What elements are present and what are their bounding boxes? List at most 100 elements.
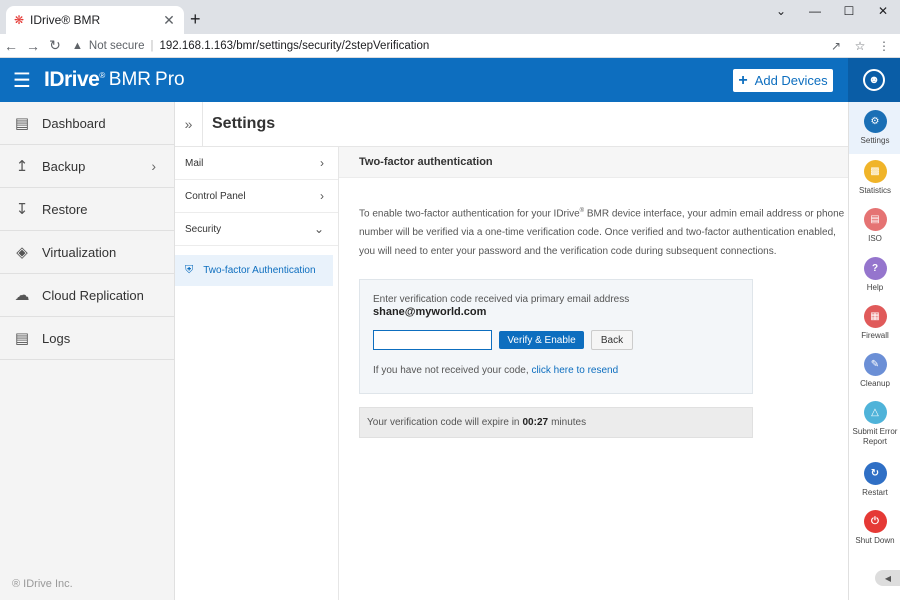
rail-item-firewall[interactable]: ▦ Firewall [849, 305, 900, 341]
expiry-prefix: Your verification code will expire in [367, 417, 520, 428]
tab-close-icon[interactable]: ✕ [162, 12, 176, 29]
chevron-down-icon[interactable]: ⌄ [764, 0, 798, 22]
new-tab-button[interactable]: + [190, 9, 201, 30]
logo-pro: Pro [155, 69, 185, 90]
verify-enable-button[interactable]: Verify & Enable [499, 331, 584, 349]
rail-label: Settings [860, 136, 890, 145]
app-header: ☰ IDrive® BMR Pro + Add Devices [0, 58, 848, 102]
warning-icon[interactable]: ▲ [72, 40, 83, 52]
hamburger-menu-icon[interactable]: ☰ [0, 68, 44, 93]
add-devices-button[interactable]: + Add Devices [733, 69, 833, 92]
sidebar-item-backup[interactable]: ↥ Backup › [0, 145, 174, 188]
submenu-item-two-factor[interactable]: ⛨ Two-factor Authentication [175, 255, 333, 286]
rail-item-help[interactable]: ? Help [849, 257, 900, 293]
copyright: ® IDrive Inc. [12, 578, 73, 590]
idrive-logo: IDrive® [44, 68, 105, 91]
rail-label: Submit Error Report [852, 427, 898, 446]
rail-item-submit-error-report[interactable]: △ Submit Error Report [849, 401, 900, 447]
user-profile-icon[interactable]: ☻ [863, 69, 885, 91]
page-title: Settings [212, 115, 276, 132]
chevron-right-icon: › [320, 156, 324, 170]
virtualization-icon: ◈ [16, 244, 28, 261]
left-sidebar: ▤ Dashboard ↥ Backup › ↧ Restore ◈ Virtu… [0, 102, 175, 600]
submenu-item-label: Security [185, 223, 222, 235]
chevron-down-icon: ⌄ [313, 222, 324, 236]
rail-item-settings[interactable]: ⚙ Settings [849, 102, 900, 154]
expiry-notice: Your verification code will expire in 00… [359, 407, 753, 438]
verification-code-input[interactable] [373, 330, 492, 350]
power-icon: ⏻ [863, 510, 887, 533]
sidebar-item-restore[interactable]: ↧ Restore [0, 188, 174, 231]
minimize-icon[interactable]: — [798, 0, 832, 22]
rail-item-statistics[interactable]: ▩ Statistics [849, 160, 900, 196]
sidebar-item-cloud-replication[interactable]: ☁ Cloud Replication [0, 274, 174, 317]
submenu-item-control-panel[interactable]: Control Panel › [175, 180, 338, 213]
rail-label: Shut Down [855, 536, 895, 545]
sidebar-item-logs[interactable]: ▤ Logs [0, 317, 174, 360]
browser-tab[interactable]: ❋ IDrive® BMR ✕ [6, 6, 184, 34]
rail-item-iso[interactable]: ▤ ISO [849, 208, 900, 244]
help-icon: ? [863, 257, 887, 280]
maximize-icon[interactable]: ☐ [832, 0, 866, 22]
url-separator: | [150, 39, 154, 52]
rail-label: Firewall [861, 331, 889, 340]
idrive-favicon-icon: ❋ [14, 13, 25, 27]
verification-label: Enter verification code received via pri… [373, 294, 630, 305]
rail-label: Statistics [858, 186, 891, 195]
right-action-rail: ⚙ Settings ▩ Statistics ▤ ISO ? Help ▦ F… [848, 102, 900, 600]
back-arrow-icon[interactable]: ← [0, 38, 22, 54]
sidebar-item-label: Virtualization [42, 244, 117, 260]
restart-icon: ↻ [863, 462, 887, 485]
close-window-icon[interactable]: ✕ [866, 0, 900, 22]
rail-label: Restart [862, 488, 888, 497]
url-text: 192.168.1.163/bmr/settings/security/2ste… [159, 39, 430, 52]
submenu-item-label: Control Panel [185, 190, 246, 202]
cloud-icon: ☁ [14, 287, 30, 304]
main-content: Two-factor authentication To enable two-… [339, 147, 848, 600]
profile-area: ☻ [848, 58, 900, 102]
collapse-rail-icon[interactable]: ◀ [875, 570, 900, 586]
menu-kebab-icon[interactable]: ⋮ [876, 39, 892, 53]
verification-panel: Enter verification code received via pri… [359, 279, 753, 394]
submenu-item-label: Mail [185, 157, 204, 169]
settings-title-bar: » Settings [175, 101, 848, 147]
submenu-item-security[interactable]: Security ⌄ [175, 213, 338, 246]
reload-icon[interactable]: ↻ [44, 37, 66, 54]
rail-item-restart[interactable]: ↻ Restart [849, 462, 900, 498]
plus-icon: + [738, 71, 748, 89]
sidebar-item-label: Logs [42, 330, 71, 346]
sidebar-item-virtualization[interactable]: ◈ Virtualization [0, 231, 174, 274]
resend-link[interactable]: click here to resend [531, 365, 618, 376]
gear-icon: ⚙ [863, 110, 887, 133]
settings-submenu: Mail › Control Panel › Security ⌄ ⛨ Two-… [175, 147, 339, 600]
url-field[interactable]: ▲ Not secure | 192.168.1.163/bmr/setting… [72, 40, 828, 52]
sidebar-item-label: Backup [42, 158, 86, 174]
rail-item-cleanup[interactable]: ✎ Cleanup [849, 353, 900, 389]
submenu-item-label: Two-factor Authentication [203, 265, 316, 276]
resend-text: If you have not received your code, clic… [373, 365, 619, 376]
rail-item-shut-down[interactable]: ⏻ Shut Down [849, 510, 900, 546]
description-text: To enable two-factor authentication for … [359, 208, 845, 258]
sidebar-item-label: Cloud Replication [42, 287, 144, 303]
shield-icon: ⛨ [185, 264, 194, 276]
backup-icon: ↥ [15, 158, 29, 175]
expand-chevrons-icon[interactable]: » [175, 101, 203, 147]
share-icon[interactable]: ↗ [828, 39, 844, 53]
sidebar-item-dashboard[interactable]: ▤ Dashboard [0, 102, 174, 145]
submenu-item-mail[interactable]: Mail › [175, 147, 338, 180]
chart-icon: ▩ [863, 160, 887, 183]
iso-icon: ▤ [863, 208, 887, 231]
rail-label: ISO [868, 234, 882, 243]
expiry-timer: 00:27 [522, 417, 549, 428]
sidebar-item-label: Restore [42, 201, 88, 217]
bookmark-star-icon[interactable]: ☆ [852, 39, 868, 53]
tab-title: IDrive® BMR [30, 13, 101, 27]
back-button[interactable]: Back [591, 330, 633, 350]
chevron-right-icon: › [151, 158, 156, 174]
browser-tab-bar: ❋ IDrive® BMR ✕ + ⌄ — ☐ ✕ [0, 0, 900, 34]
forward-arrow-icon[interactable]: → [22, 38, 44, 54]
address-bar: ← → ↻ ▲ Not secure | 192.168.1.163/bmr/s… [0, 34, 900, 58]
sidebar-item-label: Dashboard [42, 115, 106, 131]
add-devices-label: Add Devices [754, 73, 828, 88]
rail-label: Help [866, 283, 884, 292]
